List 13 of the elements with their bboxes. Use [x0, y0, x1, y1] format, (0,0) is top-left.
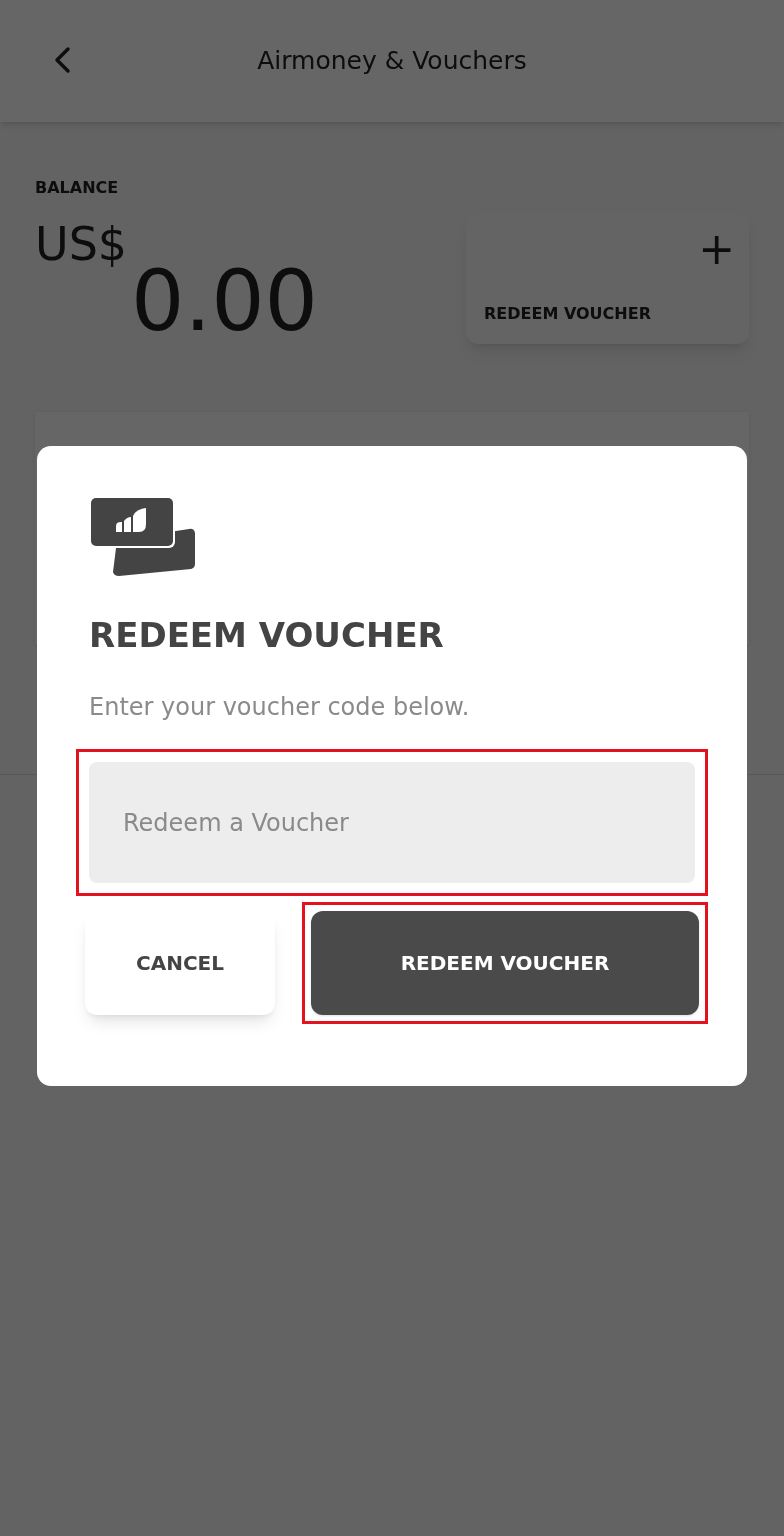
- currency-label: US$: [35, 216, 128, 273]
- balance-label: BALANCE: [35, 177, 120, 199]
- page-title: Airmoney & Vouchers: [257, 45, 527, 78]
- plus-icon: +: [698, 216, 735, 282]
- redeem-button[interactable]: REDEEM VOUCHER: [311, 911, 699, 1015]
- balance-amount: 0.00: [131, 251, 319, 352]
- voucher-cards-icon: [89, 496, 195, 576]
- voucher-code-field[interactable]: Redeem a Voucher: [89, 762, 695, 883]
- card-label: REDEEM VOUCHER: [484, 303, 651, 325]
- back-icon[interactable]: [52, 46, 72, 74]
- dialog-title: REDEEM VOUCHER: [89, 614, 445, 657]
- cancel-button[interactable]: CANCEL: [85, 911, 275, 1015]
- dialog-message: Enter your voucher code below.: [89, 692, 471, 723]
